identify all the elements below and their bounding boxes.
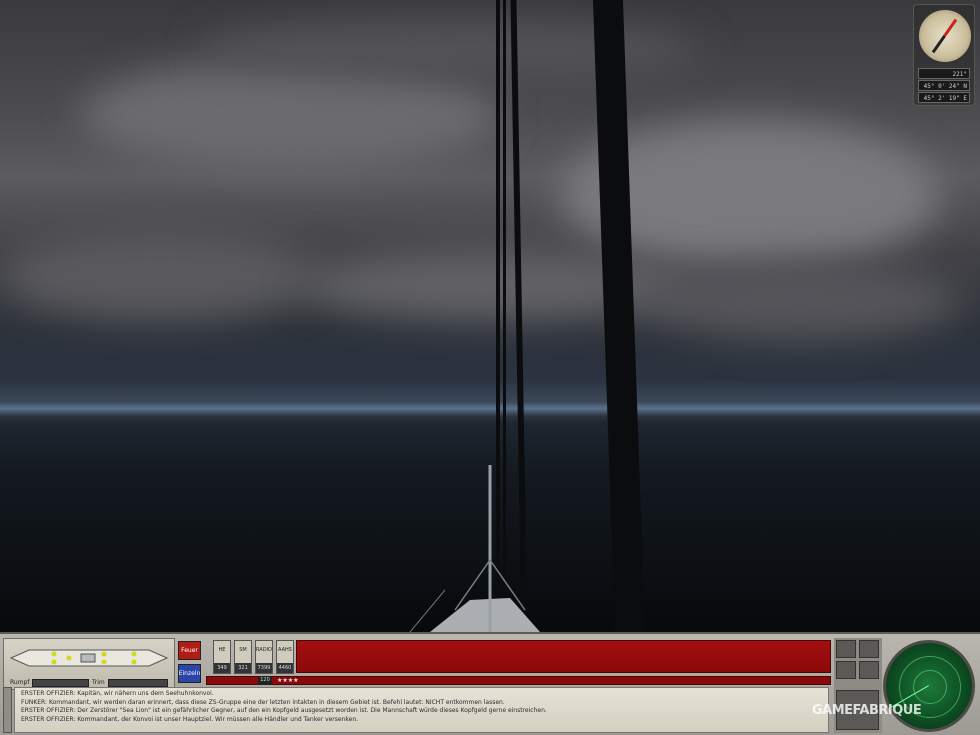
zoom-button[interactable] (859, 661, 879, 679)
throttle-bar[interactable] (206, 676, 831, 685)
watermark-logo: GAMEFABRIQUE (812, 703, 922, 718)
weapon-slot[interactable]: AAHS 4460 (276, 640, 294, 674)
log-line: ERSTER OFFIZIER: Kapitän, wir nähern uns… (21, 690, 214, 697)
log-scrollbar[interactable] (3, 687, 12, 733)
weapon-code: SM (239, 647, 247, 653)
ship-silhouette-icon (9, 649, 169, 667)
latitude-readout: 45° 0' 24" N (918, 80, 970, 91)
weapon-count: 349 (214, 663, 230, 673)
control-hud: Rumpf Trim Feuer Einzeln HE 349 SM 321 R… (0, 632, 980, 735)
fire-button[interactable]: Feuer (178, 641, 201, 660)
view-controls (834, 638, 882, 733)
map-button[interactable] (859, 640, 879, 658)
weapon-count: 321 (235, 663, 251, 673)
binocular-button[interactable] (836, 640, 856, 658)
longitude-readout: 45° 2' 19" E (918, 92, 970, 103)
speed-readout: 120 (258, 676, 272, 685)
weapon-code: RADIO (256, 647, 272, 653)
weapon-slot[interactable]: HE 349 (213, 640, 231, 674)
log-line: ERSTER OFFIZIER: Der Zerstörer "Sea Lion… (21, 707, 547, 715)
heading-readout: 221° (918, 68, 970, 79)
camera-button[interactable] (836, 661, 856, 679)
weapon-count: 7399 (256, 663, 272, 673)
weapon-code: HE (218, 647, 226, 653)
compass-icon (917, 8, 973, 64)
trim-bar (108, 679, 168, 687)
hull-bar (32, 679, 89, 687)
weapon-slot[interactable]: SM 321 (234, 640, 252, 674)
message-log: ERSTER OFFIZIER: Kapitän, wir nähern uns… (14, 687, 829, 733)
log-line: ERSTER OFFIZIER: Kommandant, der Konvoi … (21, 715, 359, 723)
trim-label: Trim (92, 679, 105, 686)
log-line: FUNKER: Kommandant, wir werden daran eri… (21, 698, 505, 706)
single-fire-button[interactable]: Einzeln (178, 664, 201, 683)
ship-status-panel: Rumpf Trim (3, 638, 175, 690)
weapon-count: 4460 (277, 663, 293, 673)
radar-display (883, 640, 975, 732)
target-status-bar (296, 640, 831, 673)
ship-bow (409, 465, 540, 632)
game-viewport[interactable]: 221° 45° 0' 24" N 45° 2' 19" E (0, 0, 980, 632)
weapon-slot[interactable]: RADIO 7399 (255, 640, 273, 674)
indicator-dots: ★★★★ (277, 677, 299, 684)
navigation-panel: 221° 45° 0' 24" N 45° 2' 19" E (913, 4, 975, 106)
weapon-code: AAHS (278, 647, 292, 653)
hull-label: Rumpf (10, 679, 30, 686)
